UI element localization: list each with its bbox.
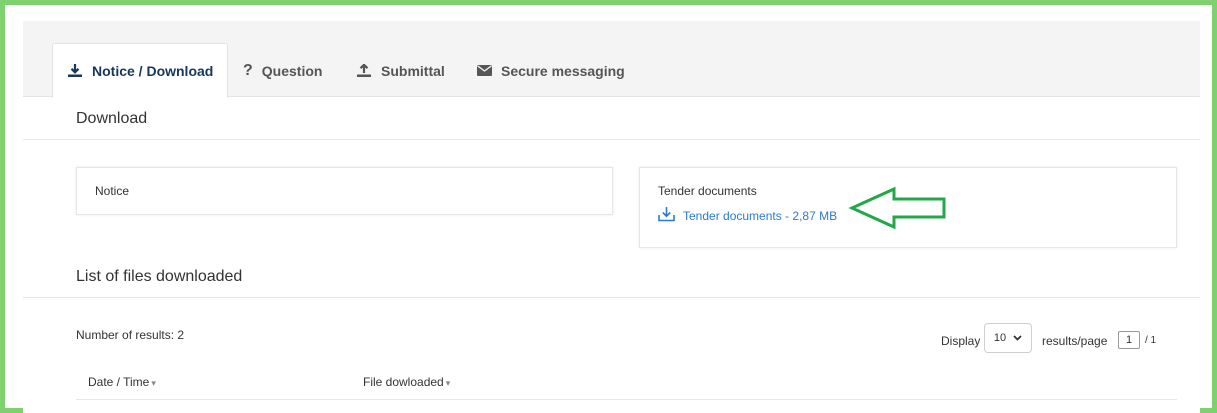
table-header-divider — [76, 399, 1177, 400]
page-size-value: 10 — [993, 332, 1007, 344]
column-header-file-downloaded[interactable]: File dowloaded ▾ — [363, 375, 450, 389]
current-page-input[interactable]: 1 — [1118, 331, 1140, 349]
tab-submittal[interactable]: Submittal — [342, 43, 459, 98]
column-header-date-time[interactable]: Date / Time ▾ — [88, 375, 156, 389]
tab-question[interactable]: ? Question — [229, 43, 336, 98]
tab-label: Submittal — [381, 62, 445, 79]
download-icon — [67, 63, 83, 78]
upload-icon — [356, 63, 372, 78]
tender-panel: Notice / Download ? Question Submittal S… — [23, 21, 1200, 413]
divider — [23, 139, 1200, 140]
results-count: Number of results: 2 — [76, 328, 185, 342]
column-label: Date / Time — [88, 375, 150, 389]
divider — [23, 297, 1200, 298]
chevron-down-icon — [1013, 332, 1022, 344]
envelope-icon — [477, 65, 492, 76]
annotation-arrow-icon — [848, 186, 946, 230]
tab-label: Question — [261, 62, 323, 79]
sort-icon: ▾ — [151, 378, 156, 388]
column-label: File dowloaded — [363, 375, 444, 389]
download-section-title: Download — [76, 110, 148, 127]
page-size-select[interactable]: 10 — [984, 323, 1032, 353]
notice-card: Notice — [76, 167, 613, 215]
display-label: Display — [941, 334, 981, 348]
tab-bar: Notice / Download ? Question Submittal S… — [23, 21, 1200, 98]
tab-notice-download[interactable]: Notice / Download — [52, 43, 229, 98]
total-pages: / 1 — [1145, 335, 1157, 346]
download-tray-icon — [658, 206, 675, 225]
results-per-page-label: results/page — [1042, 334, 1108, 348]
current-page-value: 1 — [1125, 334, 1133, 346]
tab-label: Notice / Download — [92, 62, 214, 79]
notice-label: Notice — [95, 184, 130, 198]
sort-icon: ▾ — [445, 378, 451, 388]
question-icon: ? — [243, 61, 253, 79]
files-section-title: List of files downloaded — [76, 268, 243, 285]
tab-secure-messaging[interactable]: Secure messaging — [463, 43, 639, 98]
tab-label: Secure messaging — [501, 62, 625, 79]
tender-documents-link-text: Tender documents - 2,87 MB — [683, 208, 838, 223]
